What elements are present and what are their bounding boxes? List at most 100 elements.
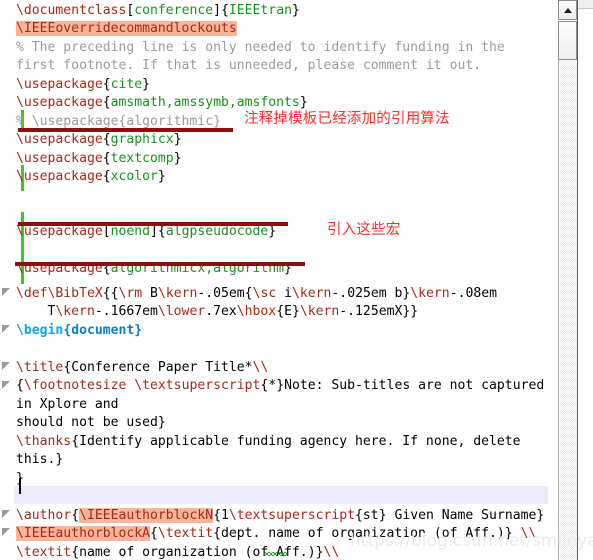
- code-token: }: [142, 77, 151, 92]
- code-token: \documentclass: [16, 3, 127, 18]
- spellcheck-squiggle: [265, 552, 287, 556]
- vertical-scrollbar-thumb[interactable]: [558, 21, 577, 60]
- scroll-up-button[interactable]: [558, 0, 577, 20]
- annotation-import-macros: 引入这些宏: [327, 222, 401, 238]
- code-token: i: [276, 286, 292, 301]
- code-line[interactable]: \textit{name of organization (of Aff.)}\…: [16, 544, 339, 560]
- code-token: 1: [220, 508, 229, 523]
- text-caret: [19, 478, 21, 494]
- code-line[interactable]: T\kern-.1667em\lower.7ex\hbox{E}\kern-.1…: [48, 303, 419, 321]
- code-token: \thanks: [16, 434, 72, 449]
- code-token: this.: [16, 452, 56, 467]
- code-token: ]: [213, 3, 221, 18]
- code-token: {: [213, 526, 221, 541]
- code-token: \kern: [410, 286, 450, 301]
- code-line[interactable]: \thanks{Identify applicable funding agen…: [16, 433, 521, 451]
- code-token: [: [102, 224, 111, 239]
- code-token: \rm: [118, 286, 143, 301]
- code-token: \usepackage: [16, 77, 103, 92]
- code-token: {: [355, 508, 363, 523]
- code-line[interactable]: in Xplore and: [16, 396, 118, 414]
- code-token: {: [102, 77, 111, 92]
- code-text-layer[interactable]: \documentclass[conference]{IEEEtran} \IEE…: [0, 0, 558, 560]
- code-token: \footnotesize: [23, 378, 127, 393]
- code-token: -.1667em: [94, 304, 158, 319]
- code-token: {: [102, 286, 111, 301]
- code-token: \begin: [16, 323, 64, 338]
- code-token: \usepackage: [16, 132, 103, 147]
- code-token: }: [291, 3, 300, 18]
- code-token: {: [157, 224, 166, 239]
- code-token: Conference Paper Title*: [71, 360, 253, 375]
- code-token: \textsuperscript: [228, 508, 356, 523]
- code-token: .7ex: [205, 304, 237, 319]
- code-line[interactable]: \usepackage{xcolor}: [16, 168, 166, 186]
- code-token: }: [173, 132, 182, 147]
- highlighted-token: \IEEEoverridecommandlockouts: [16, 21, 237, 36]
- code-token: {: [244, 286, 253, 301]
- code-token: \sc: [252, 286, 277, 301]
- code-token: -.125emX: [339, 304, 403, 319]
- code-token: }: [536, 508, 545, 523]
- code-token: {: [71, 545, 80, 560]
- latex-editor-screenshot: \documentclass[conference]{IEEEtran} \IEE…: [0, 0, 593, 560]
- code-token: {: [16, 378, 24, 393]
- code-line[interactable]: \begin{document}: [16, 322, 142, 340]
- code-token: % The preceding line is only needed to i…: [16, 40, 505, 55]
- vertical-scrollbar-track[interactable]: [558, 22, 577, 560]
- code-token: textcomp: [110, 151, 174, 166]
- code-token: \author: [16, 508, 72, 523]
- code-line[interactable]: \documentclass[conference]{IEEEtran}: [16, 2, 300, 20]
- code-token: Given Name Surname: [386, 508, 537, 523]
- code-token: \lower: [157, 304, 206, 319]
- code-token: \\: [252, 360, 269, 375]
- code-token: \usepackage: [16, 95, 103, 110]
- annotation-underline-bar: [18, 128, 233, 132]
- code-token: noend: [110, 224, 151, 239]
- code-token: }: [157, 415, 166, 430]
- code-editor-pane[interactable]: \documentclass[conference]{IEEEtran} \IEE…: [0, 0, 558, 560]
- code-token: B: [142, 286, 158, 301]
- annotation-underline-bar: [18, 222, 288, 226]
- code-token: xcolor: [110, 169, 158, 184]
- code-token: -.025em b: [331, 286, 403, 301]
- code-token: {: [71, 434, 80, 449]
- code-token: }: [157, 169, 166, 184]
- code-line[interactable]: should not be used}: [16, 414, 166, 432]
- code-token: conference: [134, 3, 214, 18]
- right-pane-header: [578, 0, 593, 9]
- highlighted-token: \IEEEauthorblockN: [79, 508, 214, 523]
- code-token: }: [378, 508, 387, 523]
- code-line[interactable]: this.}: [16, 451, 63, 469]
- code-token: \hbox: [236, 304, 277, 319]
- code-line[interactable]: \def\BibTeX{{\rm B\kern-.05em{\sc i\kern…: [16, 285, 497, 303]
- code-line[interactable]: {\footnotesize \textsuperscript{*}Note: …: [16, 377, 544, 395]
- code-line[interactable]: \author{\IEEEauthorblockN{1\textsuperscr…: [16, 507, 544, 525]
- code-token: \kern: [299, 304, 340, 319]
- code-token: \kern: [292, 286, 332, 301]
- code-token: E: [284, 304, 292, 319]
- code-line[interactable]: \title{Conference Paper Title*\\: [16, 359, 268, 377]
- code-token: {: [276, 304, 285, 319]
- code-line[interactable]: first footnote. If that is unneeded, ple…: [16, 57, 481, 75]
- code-token: \title: [16, 360, 64, 375]
- code-token: {: [221, 3, 229, 18]
- code-line[interactable]: % The preceding line is only needed to i…: [16, 39, 505, 57]
- code-token: Note: Sub-titles are not captured: [284, 378, 545, 393]
- code-token: }: [268, 224, 277, 239]
- code-line[interactable]: \IEEEoverridecommandlockouts: [16, 20, 237, 38]
- code-line[interactable]: \usepackage{graphicx}: [16, 131, 182, 149]
- code-token: {: [213, 508, 221, 523]
- watermark-text: https://blog.csdn.net/smileyan9: [350, 531, 593, 551]
- code-token: Identify applicable funding agency here.…: [79, 434, 521, 449]
- code-token: -.08em: [449, 286, 497, 301]
- right-pane: [578, 0, 593, 560]
- code-line[interactable]: \usepackage{cite}: [16, 76, 150, 94]
- code-token: \kern: [157, 286, 198, 301]
- code-token: ]: [150, 224, 158, 239]
- code-token: }: [291, 304, 300, 319]
- code-token: % \usepackage{algorithmic}: [16, 114, 221, 129]
- code-token: graphicx: [110, 132, 174, 147]
- code-token: \usepackage: [16, 151, 103, 166]
- code-line[interactable]: \usepackage{textcomp}: [16, 150, 182, 168]
